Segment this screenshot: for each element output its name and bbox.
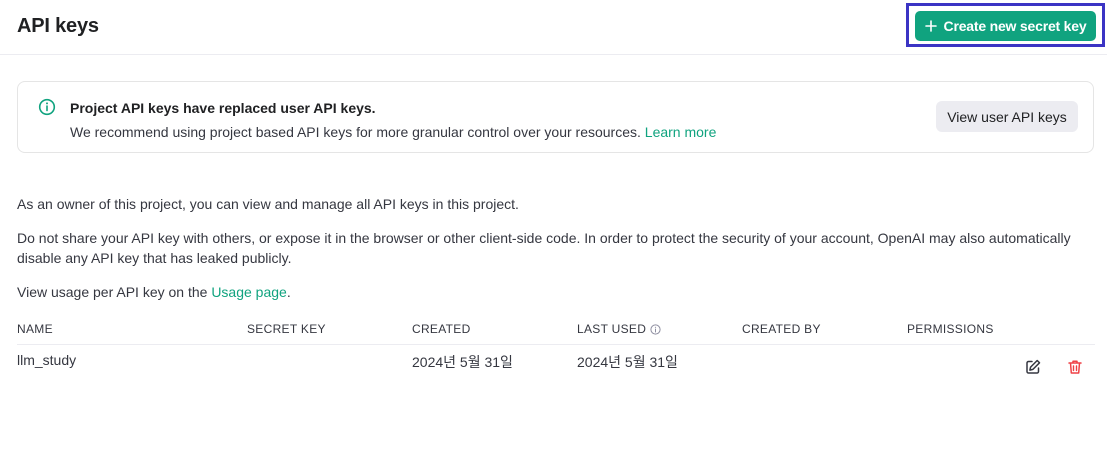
page-title: API keys [17, 15, 99, 37]
project-keys-notice: Project API keys have replaced user API … [17, 81, 1094, 153]
api-keys-table-header: NAME SECRET KEY CREATED LAST USED CREATE… [17, 320, 1095, 345]
plus-icon [924, 20, 937, 32]
usage-page-link[interactable]: Usage page [211, 284, 287, 300]
owner-info-text: As an owner of this project, you can vie… [17, 196, 519, 212]
notice-title: Project API keys have replaced user API … [70, 100, 376, 116]
page-header: API keys Create new secret key [0, 0, 1107, 55]
usage-info-prefix: View usage per API key on the [17, 284, 208, 300]
column-header-name: NAME [17, 322, 53, 336]
trash-icon[interactable] [1066, 358, 1084, 376]
view-user-api-keys-button[interactable]: View user API keys [936, 101, 1078, 132]
security-warning-text: Do not share your API key with others, o… [17, 230, 1071, 266]
column-header-created-by: CREATED BY [742, 322, 821, 336]
info-icon [38, 98, 56, 116]
edit-icon[interactable] [1024, 358, 1042, 376]
column-header-created: CREATED [412, 322, 471, 336]
learn-more-link[interactable]: Learn more [645, 124, 717, 140]
column-header-last-used: LAST USED [577, 322, 661, 336]
key-name: llm_study [17, 352, 77, 368]
column-header-secret-key: SECRET KEY [247, 322, 326, 336]
notice-body: We recommend using project based API key… [70, 124, 641, 140]
create-secret-key-label: Create new secret key [943, 18, 1087, 34]
key-created-date: 2024년 5월 31일 [412, 354, 513, 370]
create-secret-key-button[interactable]: Create new secret key [915, 11, 1096, 41]
api-keys-page: API keys Create new secret key Project A… [0, 0, 1111, 458]
usage-info-suffix: . [286, 284, 291, 300]
key-last-used-date: 2024년 5월 31일 [577, 354, 678, 370]
last-used-label: LAST USED [577, 322, 647, 336]
usage-info-text: View usage per API key on the Usage page… [17, 282, 291, 302]
notice-text: We recommend using project based API key… [70, 124, 716, 140]
column-header-permissions: PERMISSIONS [907, 322, 994, 336]
last-used-info-icon[interactable] [650, 323, 661, 335]
table-row: llm_study 2024년 5월 31일 2024년 5월 31일 [17, 345, 1095, 385]
